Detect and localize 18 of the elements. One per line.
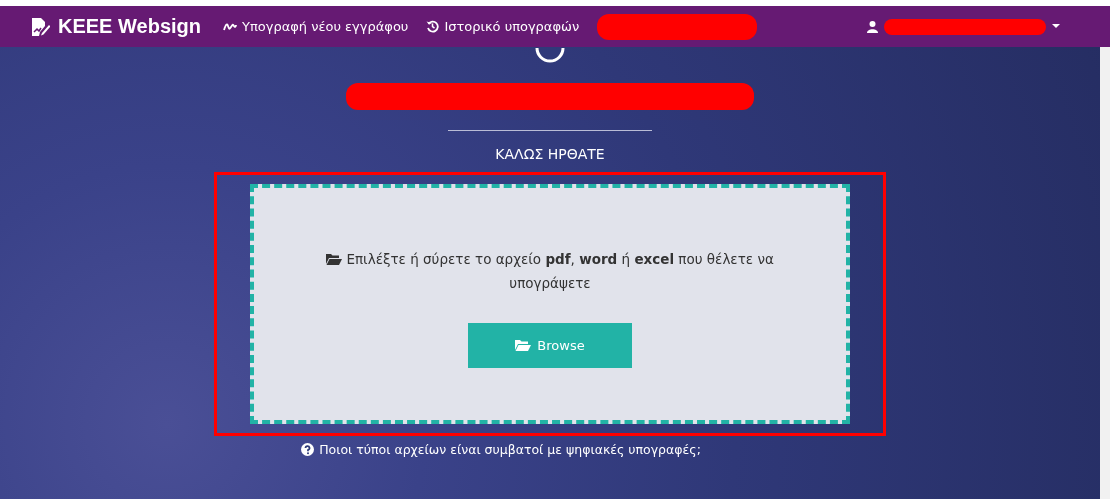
upload-instruction: Επιλέξτε ή σύρετε το αρχείο pdf, word ή excel που θέλετε να υπογράψετε <box>315 246 785 295</box>
user-icon <box>867 20 878 33</box>
document-pen-icon <box>30 16 50 37</box>
caret-icon <box>1052 24 1060 29</box>
folder-icon <box>326 252 343 265</box>
nav-link[interactable]: Ιστορικό υπογραφών <box>426 19 580 34</box>
spinner-icon <box>535 48 565 64</box>
help-link[interactable]: Ποιοι τύποι αρχείων είναι συμβατοί με ψηφιακές υπογραφές; <box>301 442 701 457</box>
scrollbar[interactable] <box>1100 47 1110 499</box>
brand-link[interactable]: KEEE Websign <box>30 15 201 38</box>
question-icon <box>301 443 315 456</box>
history-icon <box>426 20 440 33</box>
file-drop-zone[interactable]: Επιλέξτε ή σύρετε το αρχείο pdf, word ή excel που θέλετε να υπογράψετε Browse <box>250 184 850 424</box>
welcome-heading: ΚΑΛΩΣ ΗΡΘΑΤΕ <box>495 146 605 162</box>
user-menu[interactable] <box>867 18 1060 35</box>
folder-icon <box>515 339 532 351</box>
signature-icon <box>223 21 237 32</box>
nav-link[interactable]: Υπογραφή νέου εγγράφου <box>223 19 409 34</box>
